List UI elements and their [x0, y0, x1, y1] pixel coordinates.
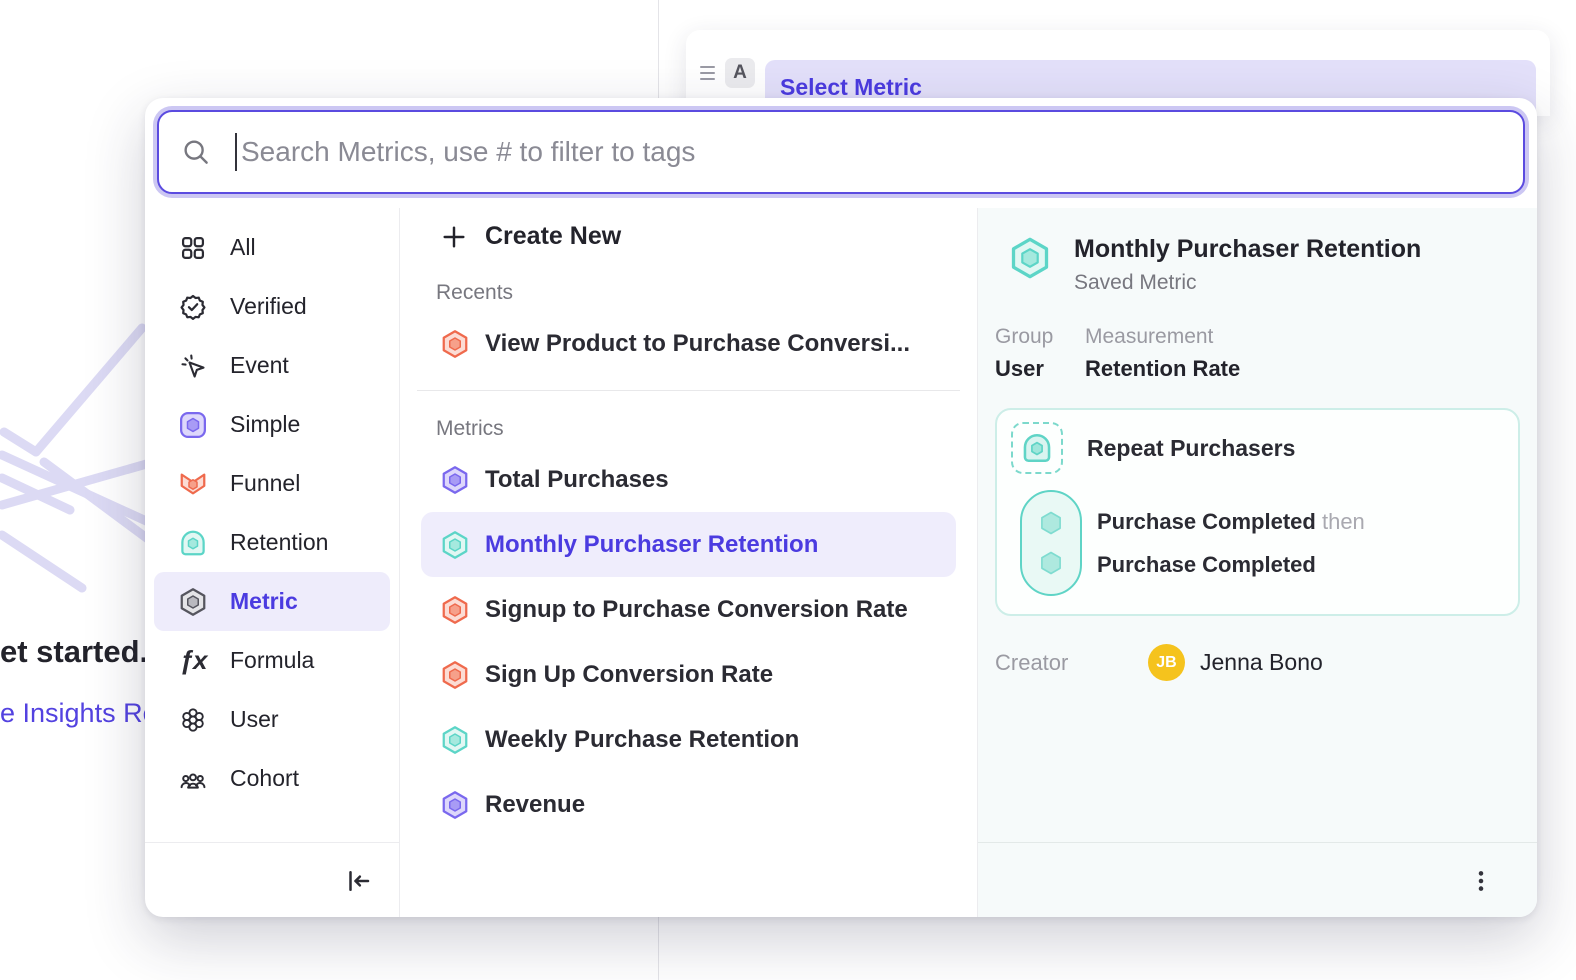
metric-item-signup-to-purchase-conversion-rate[interactable]: Signup to Purchase Conversion Rate [421, 577, 956, 642]
creator-row: Creator JB Jenna Bono [978, 616, 1537, 681]
sidebar-item-label: Metric [230, 588, 298, 615]
search-input[interactable] [241, 136, 1523, 168]
sidebar-item-cohort[interactable]: Cohort [154, 749, 390, 808]
metric-hexagon-icon [440, 595, 470, 625]
retention-behavior-icon [1011, 422, 1063, 474]
user-icon [178, 705, 208, 735]
create-new-label: Create New [485, 222, 621, 251]
detail-subtitle: Saved Metric [1074, 271, 1421, 295]
metric-list-column: Create New Recents View Product to Purch… [400, 208, 978, 917]
create-new-button[interactable]: Create New [400, 208, 977, 261]
retention-metric-hexagon-icon [1008, 236, 1052, 280]
sidebar-footer [145, 842, 399, 917]
kebab-menu-icon[interactable] [1468, 868, 1494, 894]
category-sidebar: All Verified [145, 208, 400, 917]
event-hexagon-icon [1037, 549, 1065, 577]
sidebar-item-retention[interactable]: Retention [154, 513, 390, 572]
detail-footer [978, 842, 1537, 917]
funnel-icon [178, 469, 208, 499]
search-icon [181, 137, 211, 167]
metric-detail-panel: Monthly Purchaser Retention Saved Metric… [978, 208, 1537, 917]
list-divider [417, 390, 960, 391]
metric-item-total-purchases[interactable]: Total Purchases [421, 447, 956, 512]
sidebar-item-label: Event [230, 352, 289, 379]
sidebar-item-label: User [230, 706, 279, 733]
collapse-panel-icon[interactable] [343, 866, 373, 896]
select-metric-label: Select Metric [780, 74, 922, 101]
sidebar-item-event[interactable]: Event [154, 336, 390, 395]
background-headline: et started. [0, 634, 148, 670]
sidebar-item-all[interactable]: All [154, 218, 390, 277]
screen: et started. e Insights Re A Select Metri… [0, 0, 1576, 980]
grid-icon [178, 233, 208, 263]
plus-icon [440, 223, 468, 251]
metric-hexagon-icon [440, 790, 470, 820]
sidebar-item-label: Verified [230, 293, 307, 320]
group-label: Group [995, 325, 1085, 349]
sidebar-item-label: All [230, 234, 256, 261]
drag-handle-icon[interactable] [700, 66, 715, 80]
sidebar-item-formula[interactable]: ƒx Formula [154, 631, 390, 690]
retention-icon [178, 528, 208, 558]
step-2: Purchase Completed [1097, 552, 1365, 578]
metric-item-label: Monthly Purchaser Retention [485, 531, 818, 559]
sidebar-item-simple[interactable]: Simple [154, 395, 390, 454]
metric-hexagon-icon [440, 725, 470, 755]
series-letter-chip: A [725, 58, 755, 88]
metric-item-label: Signup to Purchase Conversion Rate [485, 596, 908, 624]
text-caret [235, 133, 237, 171]
sidebar-item-verified[interactable]: Verified [154, 277, 390, 336]
cohort-icon [178, 764, 208, 794]
modal-body: All Verified [145, 208, 1537, 917]
behavior-title: Repeat Purchasers [1087, 435, 1295, 462]
metric-item-label: Weekly Purchase Retention [485, 726, 799, 754]
metric-item-label: Total Purchases [485, 466, 669, 494]
metric-item-sign-up-conversion-rate[interactable]: Sign Up Conversion Rate [421, 642, 956, 707]
recent-item-label: View Product to Purchase Conversi... [485, 330, 910, 358]
metric-picker-modal: All Verified [145, 98, 1537, 917]
metric-item-label: Sign Up Conversion Rate [485, 661, 773, 689]
sidebar-item-metric[interactable]: Metric [154, 572, 390, 631]
detail-header: Monthly Purchaser Retention Saved Metric [978, 208, 1537, 295]
sidebar-item-label: Formula [230, 647, 314, 674]
detail-meta: Group User Measurement Retention Rate [978, 295, 1537, 382]
detail-title: Monthly Purchaser Retention [1074, 234, 1421, 265]
measurement-label: Measurement [1085, 325, 1240, 349]
metric-hexagon-icon [440, 660, 470, 690]
event-hexagon-icon [1037, 509, 1065, 537]
verified-badge-icon [178, 292, 208, 322]
metric-item-label: Revenue [485, 791, 585, 819]
sidebar-item-label: Simple [230, 411, 300, 438]
sidebar-item-user[interactable]: User [154, 690, 390, 749]
search-box [157, 110, 1525, 194]
sidebar-item-label: Retention [230, 529, 328, 556]
creator-avatar: JB [1148, 644, 1185, 681]
metric-hexagon-icon [178, 587, 208, 617]
step-connector: then [1322, 509, 1365, 534]
creator-label: Creator [995, 650, 1148, 676]
group-value: User [995, 356, 1085, 382]
metric-item-revenue[interactable]: Revenue [421, 772, 956, 837]
sidebar-item-funnel[interactable]: Funnel [154, 454, 390, 513]
insights-report-link[interactable]: e Insights Re [0, 698, 158, 729]
recent-item-view-product-to-purchase[interactable]: View Product to Purchase Conversi... [421, 311, 956, 376]
metric-item-weekly-purchase-retention[interactable]: Weekly Purchase Retention [421, 707, 956, 772]
measurement-value: Retention Rate [1085, 356, 1240, 382]
event-sequence-capsule [1020, 490, 1082, 596]
sidebar-item-label: Cohort [230, 765, 299, 792]
metric-item-monthly-purchaser-retention[interactable]: Monthly Purchaser Retention [421, 512, 956, 577]
funnel-metric-hexagon-icon [440, 329, 470, 359]
metric-hexagon-icon [440, 530, 470, 560]
metric-hexagon-icon [440, 465, 470, 495]
metrics-header: Metrics [400, 397, 977, 447]
simple-metric-icon [178, 410, 208, 440]
recents-header: Recents [400, 261, 977, 311]
formula-icon: ƒx [178, 646, 208, 676]
step-1: Purchase Completed then [1097, 509, 1365, 535]
saved-metric-definition-card: Repeat Purchasers [995, 408, 1520, 616]
creator-name: Jenna Bono [1200, 649, 1323, 676]
sidebar-item-label: Funnel [230, 470, 300, 497]
event-cursor-icon [178, 351, 208, 381]
